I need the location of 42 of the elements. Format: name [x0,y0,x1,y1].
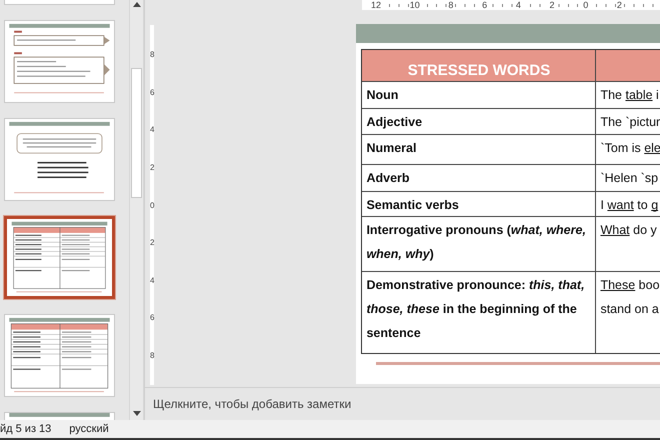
table-cell-text: These boo stand on a [599,277,660,318]
scroll-thumb[interactable] [131,68,142,198]
table-cell: Interrogative pronouns (what, where, when, why) [362,217,596,271]
ruler-number: 10 [408,0,421,10]
ruler-number: 8 [150,351,154,360]
slide-thumbnail[interactable] [4,216,115,299]
table-cell: Noun [362,82,596,108]
table-cell: Demonstrative pronounce: this, that, those, these in the beginning of the sentence [362,272,596,353]
header-cell: STRESSED WORDS [362,50,596,81]
slide-thumbnail[interactable] [4,118,115,201]
ruler-number: 8 [150,50,154,59]
ruler-number: 6 [150,313,154,322]
scroll-up-icon[interactable] [132,2,141,7]
ruler-number: 4 [150,125,154,134]
ruler-number: 6 [481,0,488,10]
table-cell-text: What do y [599,222,658,239]
slide-thumbnail[interactable] [4,20,115,103]
table-cell: Numeral [362,135,596,164]
ruler-number: 2 [150,238,154,248]
ruler-number: 8 [447,0,454,10]
table-cell-text: The table i [599,87,660,104]
table-cell-text: I want to g [599,197,660,214]
slide-counter: йд 5 из 13 [0,423,52,435]
ruler-number: 2 [616,0,623,10]
table-cell: Adverb [362,165,596,191]
table-cell-text: `Helen `sp [599,170,660,187]
ruler-number: 6 [150,88,154,97]
ruler-number: 0 [150,200,154,210]
language-indicator[interactable]: русский [69,423,109,435]
scroll-down-icon[interactable] [132,411,141,416]
table-cell: Semantic verbs [362,192,596,216]
ruler-number: 2 [150,162,154,172]
ruler-number: 2 [548,0,556,10]
table-cell-text: `Tom is ele [599,140,660,157]
table-cell-text: The `pictur [599,114,660,131]
ruler-number: 0 [582,0,590,10]
table-cell: Adjective [362,109,596,134]
scrollbar[interactable] [129,0,144,420]
slide-thumbnail[interactable] [4,314,115,397]
ruler-number: 12 [370,0,382,10]
ruler-number: 4 [514,0,522,10]
ruler-number: 4 [150,276,154,285]
